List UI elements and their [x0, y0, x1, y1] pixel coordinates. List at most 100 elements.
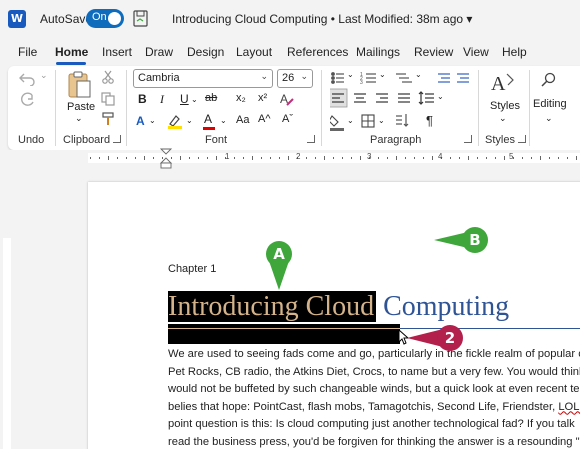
tab-insert[interactable]: Insert	[102, 45, 132, 59]
callout-a-badge: A	[266, 241, 292, 267]
grow-font-button[interactable]: A^	[258, 113, 271, 125]
paragraph-launcher-icon[interactable]	[464, 135, 472, 143]
group-divider	[55, 70, 56, 146]
paragraph-line[interactable]: read the business press, you'd be forgiv…	[168, 434, 580, 449]
bullets-dropdown-icon[interactable]: ⌄	[347, 70, 354, 79]
ruler-number: 4	[438, 152, 443, 161]
paste-button-label[interactable]: Paste	[67, 101, 95, 113]
copy-icon[interactable]	[101, 92, 115, 106]
font-size-input[interactable]: 26 ⌄	[277, 69, 313, 88]
styles-launcher-icon[interactable]	[518, 135, 526, 143]
borders-dropdown-icon[interactable]: ⌄	[378, 116, 385, 125]
ribbon-tabs: File Home Insert Draw Design Layout Refe…	[0, 40, 580, 64]
paragraph-line[interactable]: point question is this: Is cloud computi…	[168, 416, 580, 434]
font-color-button[interactable]: A	[204, 112, 212, 126]
clear-formatting-icon[interactable]: A	[280, 91, 294, 107]
ruler-tick	[486, 157, 487, 159]
tab-help[interactable]: Help	[502, 45, 527, 59]
chapter-label[interactable]: Chapter 1	[168, 263, 216, 275]
selected-heading-text[interactable]: Introducing Cloud	[168, 291, 377, 322]
ruler-number: 5	[509, 152, 514, 161]
tab-draw[interactable]: Draw	[145, 45, 173, 59]
editing-button-label[interactable]: Editing	[533, 98, 567, 110]
ruler-tick	[216, 156, 217, 160]
ruler-tick	[99, 157, 100, 159]
clipboard-launcher-icon[interactable]	[113, 135, 121, 143]
paragraph-line[interactable]: We are used to seeing fads come and go, …	[168, 346, 580, 364]
text-effects-button[interactable]: A	[136, 114, 145, 128]
shrink-font-button[interactable]: Aˇ	[282, 113, 293, 125]
text-effects-dropdown-icon[interactable]: ⌄	[149, 116, 156, 125]
editing-dropdown-icon[interactable]: ⌄	[545, 113, 553, 124]
ruler-tick	[549, 157, 550, 159]
tab-layout[interactable]: Layout	[236, 45, 272, 59]
ruler-tick	[378, 157, 379, 159]
save-icon[interactable]	[133, 10, 148, 27]
paragraph-line[interactable]: Pet Rocks, CB radio, the Atkins Diet, Cr…	[168, 364, 580, 382]
document-heading[interactable]: Introducing Cloud Computing	[168, 290, 509, 324]
shading-dropdown-icon[interactable]: ⌄	[347, 116, 354, 125]
format-painter-icon[interactable]	[101, 112, 117, 126]
tab-view[interactable]: View	[463, 45, 489, 59]
cut-icon[interactable]	[101, 70, 115, 84]
tab-home[interactable]: Home	[55, 45, 88, 59]
font-size-value: 26	[282, 72, 295, 84]
undo-dropdown-icon[interactable]: ⌄	[40, 70, 48, 81]
ruler-tick	[504, 156, 505, 160]
font-name-input[interactable]: Cambria ⌄	[133, 69, 273, 88]
ruler-tick	[144, 156, 145, 160]
change-case-button[interactable]: Aa	[236, 114, 249, 126]
bold-button[interactable]: B	[138, 92, 147, 106]
font-launcher-icon[interactable]	[307, 135, 315, 143]
autosave-toggle[interactable]: On	[86, 9, 124, 28]
styles-dropdown-icon[interactable]: ⌄	[499, 113, 507, 124]
ruler-tick	[432, 156, 433, 160]
group-divider	[478, 70, 479, 146]
search-icon[interactable]	[541, 72, 557, 88]
clipboard-paste-icon[interactable]	[66, 70, 92, 100]
toggle-knob	[108, 12, 121, 25]
styles-button-label[interactable]: Styles	[490, 100, 520, 112]
ruler-tick	[306, 157, 307, 159]
numbering-dropdown-icon[interactable]: ⌄	[379, 70, 386, 79]
subscript-button[interactable]: x₂	[236, 92, 246, 104]
group-divider	[321, 70, 322, 146]
highlight-icon[interactable]	[167, 113, 183, 129]
vertical-ruler-active-area[interactable]	[3, 238, 11, 449]
document-body[interactable]: We are used to seeing fads come and go, …	[168, 346, 580, 449]
spelling-error-text[interactable]: LOLca	[558, 401, 580, 413]
underline-dropdown-icon[interactable]: ⌄	[191, 95, 198, 104]
chevron-down-icon: ▾	[466, 12, 473, 26]
tab-review[interactable]: Review	[414, 45, 453, 59]
multilevel-dropdown-icon[interactable]: ⌄	[415, 70, 422, 79]
heading-text[interactable]: Computing	[376, 291, 509, 322]
font-color-dropdown-icon[interactable]: ⌄	[220, 116, 227, 125]
undo-icon[interactable]	[18, 70, 38, 86]
superscript-button[interactable]: x²	[258, 92, 267, 104]
line-spacing-dropdown-icon[interactable]: ⌄	[437, 92, 444, 101]
ruler-tick	[522, 157, 523, 159]
indent-marker-icon[interactable]	[159, 148, 173, 170]
paragraph-line[interactable]: belies that hope: PointCast, flash mobs,…	[168, 399, 580, 417]
paragraph-line[interactable]: would not be buffeted by such changeable…	[168, 381, 580, 399]
highlight-dropdown-icon[interactable]: ⌄	[186, 116, 193, 125]
ruler-tick	[234, 157, 235, 159]
tab-file[interactable]: File	[18, 45, 37, 59]
group-divider	[529, 70, 530, 146]
ruler-tick	[387, 157, 388, 159]
italic-button[interactable]: I	[160, 92, 164, 107]
show-formatting-button[interactable]: ¶	[426, 113, 433, 128]
underline-button[interactable]: U	[180, 92, 189, 106]
document-title[interactable]: Introducing Cloud Computing • Last Modif…	[172, 12, 472, 26]
tab-references[interactable]: References	[287, 45, 348, 59]
callout-2-badge: 2	[437, 325, 463, 351]
styles-icon[interactable]: A	[489, 70, 515, 96]
paste-dropdown-icon[interactable]: ⌄	[75, 113, 83, 124]
redo-icon[interactable]	[18, 92, 36, 108]
tab-design[interactable]: Design	[187, 45, 224, 59]
font-group-label: Font	[205, 134, 228, 146]
ruler-tick	[477, 157, 478, 159]
group-divider	[126, 70, 127, 146]
strikethrough-button[interactable]: ab	[205, 92, 217, 104]
tab-mailings[interactable]: Mailings	[356, 45, 400, 59]
